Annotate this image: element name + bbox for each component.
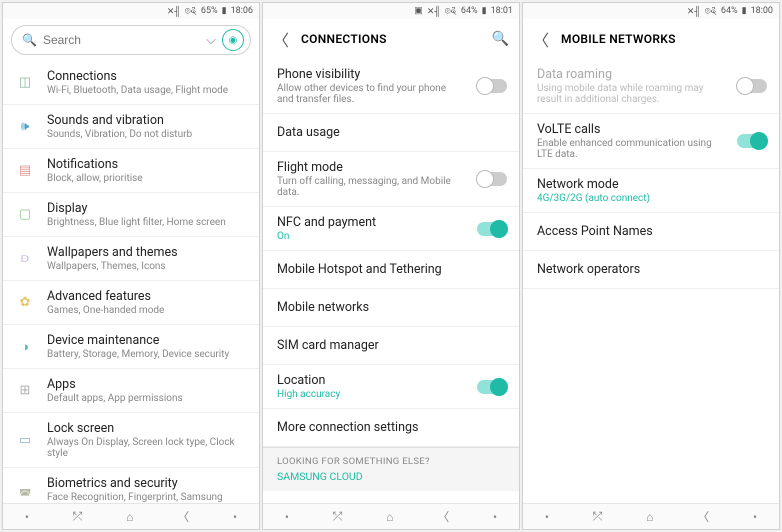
item-more-connection[interactable]: More connection settings bbox=[263, 409, 519, 447]
recents-button[interactable]: ⤱ bbox=[333, 509, 343, 524]
notifications-icon: ▤ bbox=[17, 163, 33, 178]
home-button[interactable]: ⌂ bbox=[126, 510, 133, 524]
apps-icon: ⊞ bbox=[17, 383, 33, 398]
item-network-mode[interactable]: Network mode4G/3G/2G (auto connect) bbox=[523, 169, 779, 213]
settings-main-screen: ✕╢ ⊚ୡ 65% ▮ 18:06 🔍 ⌵ ◉ ◫ ConnectionsWi-… bbox=[2, 2, 260, 530]
status-bar: ▣ ✕╢ ⊚ୡ 64% ▮ 18:01 bbox=[263, 3, 519, 19]
search-input[interactable] bbox=[43, 33, 200, 47]
wallpapers-icon: ⫐ bbox=[17, 251, 33, 266]
footer-hint[interactable]: LOOKING FOR SOMETHING ELSE? SAMSUNG CLOU… bbox=[263, 447, 519, 491]
dot-icon: • bbox=[753, 510, 757, 524]
header: 〈 CONNECTIONS 🔍 bbox=[263, 19, 519, 59]
battery-percent: 64% bbox=[721, 6, 738, 16]
footer-heading: LOOKING FOR SOMETHING ELSE? bbox=[277, 456, 505, 467]
toggle-data-roaming[interactable] bbox=[737, 79, 767, 93]
status-bar: ✕╢ ⊚ୡ 65% ▮ 18:06 bbox=[3, 3, 259, 19]
clock: 18:01 bbox=[491, 6, 513, 16]
item-display[interactable]: ▢ DisplayBrightness, Blue light filter, … bbox=[3, 193, 259, 237]
back-button[interactable]: 〈 bbox=[437, 508, 449, 525]
vibrate-icon: ✕╢ bbox=[687, 6, 701, 17]
mic-icon[interactable]: ⌵ bbox=[206, 33, 216, 48]
toggle-phone-visibility[interactable] bbox=[477, 79, 507, 93]
item-data-usage[interactable]: Data usage bbox=[263, 114, 519, 152]
status-bar: ✕╢ ⊚ୡ 64% ▮ 18:00 bbox=[523, 3, 779, 19]
item-data-roaming[interactable]: Data roamingUsing mobile data while roam… bbox=[523, 59, 779, 114]
item-notifications[interactable]: ▤ NotificationsBlock, allow, prioritise bbox=[3, 149, 259, 193]
item-sounds[interactable]: 🕪 Sounds and vibrationSounds, Vibration,… bbox=[3, 105, 259, 149]
item-mobile-networks[interactable]: Mobile networks bbox=[263, 289, 519, 327]
item-location[interactable]: LocationHigh accuracy bbox=[263, 365, 519, 409]
picture-icon: ▣ bbox=[414, 6, 423, 16]
clock: 18:06 bbox=[231, 6, 253, 16]
header: 〈 MOBILE NETWORKS bbox=[523, 19, 779, 59]
search-icon: 🔍 bbox=[22, 33, 37, 47]
display-icon: ▢ bbox=[17, 207, 33, 222]
battery-percent: 65% bbox=[201, 6, 218, 16]
toggle-volte[interactable] bbox=[737, 134, 767, 148]
vibrate-icon: ✕╢ bbox=[167, 6, 181, 17]
item-phone-visibility[interactable]: Phone visibilityAllow other devices to f… bbox=[263, 59, 519, 114]
back-button[interactable]: 〈 bbox=[697, 508, 709, 525]
settings-list: ◫ ConnectionsWi-Fi, Bluetooth, Data usag… bbox=[3, 61, 259, 503]
profile-button[interactable]: ◉ bbox=[222, 29, 244, 51]
nav-bar: • ⤱ ⌂ 〈 • bbox=[263, 503, 519, 529]
toggle-location[interactable] bbox=[477, 380, 507, 394]
item-network-operators[interactable]: Network operators bbox=[523, 251, 779, 289]
connections-list: Phone visibilityAllow other devices to f… bbox=[263, 59, 519, 503]
nav-bar: • ⤱ ⌂ 〈 • bbox=[523, 503, 779, 529]
vibrate-icon: ✕╢ bbox=[427, 6, 441, 17]
home-button[interactable]: ⌂ bbox=[646, 510, 653, 524]
dot-icon: • bbox=[493, 510, 497, 524]
item-biometrics[interactable]: ◚ Biometrics and securityFace Recognitio… bbox=[3, 468, 259, 503]
dot-icon: • bbox=[25, 510, 29, 524]
item-device-maintenance[interactable]: ◑ Device maintenanceBattery, Storage, Me… bbox=[3, 325, 259, 369]
toggle-flight-mode[interactable] bbox=[477, 172, 507, 186]
connections-icon: ◫ bbox=[17, 75, 33, 90]
search-icon[interactable]: 🔍 bbox=[492, 31, 509, 47]
dot-icon: • bbox=[285, 510, 289, 524]
item-volte[interactable]: VoLTE callsEnable enhanced communication… bbox=[523, 114, 779, 169]
search-bar[interactable]: 🔍 ⌵ ◉ bbox=[11, 25, 251, 55]
connections-screen: ▣ ✕╢ ⊚ୡ 64% ▮ 18:01 〈 CONNECTIONS 🔍 Phon… bbox=[262, 2, 520, 530]
wifi-icon: ⊚ୡ bbox=[185, 6, 197, 16]
item-advanced[interactable]: ✿ Advanced featuresGames, One-handed mod… bbox=[3, 281, 259, 325]
lock-icon: ▭ bbox=[17, 433, 33, 448]
page-title: MOBILE NETWORKS bbox=[561, 32, 676, 46]
item-apn[interactable]: Access Point Names bbox=[523, 213, 779, 251]
battery-percent: 64% bbox=[461, 6, 478, 16]
biometrics-icon: ◚ bbox=[17, 488, 33, 503]
page-title: CONNECTIONS bbox=[301, 32, 387, 46]
wifi-icon: ⊚ୡ bbox=[705, 6, 717, 16]
item-lock-screen[interactable]: ▭ Lock screenAlways On Display, Screen l… bbox=[3, 413, 259, 468]
device-icon: ◑ bbox=[17, 339, 33, 355]
advanced-icon: ✿ bbox=[17, 295, 33, 310]
battery-icon: ▮ bbox=[742, 6, 747, 16]
dot-icon: • bbox=[545, 510, 549, 524]
back-icon[interactable]: 〈 bbox=[273, 27, 289, 51]
item-connections[interactable]: ◫ ConnectionsWi-Fi, Bluetooth, Data usag… bbox=[3, 61, 259, 105]
home-button[interactable]: ⌂ bbox=[386, 510, 393, 524]
nav-bar: • ⤱ ⌂ 〈 • bbox=[3, 503, 259, 529]
mobile-networks-list: Data roamingUsing mobile data while roam… bbox=[523, 59, 779, 503]
battery-icon: ▮ bbox=[222, 6, 227, 16]
wifi-icon: ⊚ୡ bbox=[445, 6, 457, 16]
mobile-networks-screen: ✕╢ ⊚ୡ 64% ▮ 18:00 〈 MOBILE NETWORKS Data… bbox=[522, 2, 780, 530]
toggle-nfc[interactable] bbox=[477, 222, 507, 236]
battery-icon: ▮ bbox=[482, 6, 487, 16]
item-wallpapers[interactable]: ⫐ Wallpapers and themesWallpapers, Theme… bbox=[3, 237, 259, 281]
dot-icon: • bbox=[233, 510, 237, 524]
item-flight-mode[interactable]: Flight modeTurn off calling, messaging, … bbox=[263, 152, 519, 207]
item-nfc[interactable]: NFC and paymentOn bbox=[263, 207, 519, 251]
recents-button[interactable]: ⤱ bbox=[593, 509, 603, 524]
item-hotspot[interactable]: Mobile Hotspot and Tethering bbox=[263, 251, 519, 289]
back-button[interactable]: 〈 bbox=[177, 508, 189, 525]
back-icon[interactable]: 〈 bbox=[533, 27, 549, 51]
item-sim-manager[interactable]: SIM card manager bbox=[263, 327, 519, 365]
clock: 18:00 bbox=[751, 6, 773, 16]
recents-button[interactable]: ⤱ bbox=[73, 509, 83, 524]
footer-link[interactable]: SAMSUNG CLOUD bbox=[277, 470, 505, 483]
sounds-icon: 🕪 bbox=[17, 119, 33, 134]
item-apps[interactable]: ⊞ AppsDefault apps, App permissions bbox=[3, 369, 259, 413]
